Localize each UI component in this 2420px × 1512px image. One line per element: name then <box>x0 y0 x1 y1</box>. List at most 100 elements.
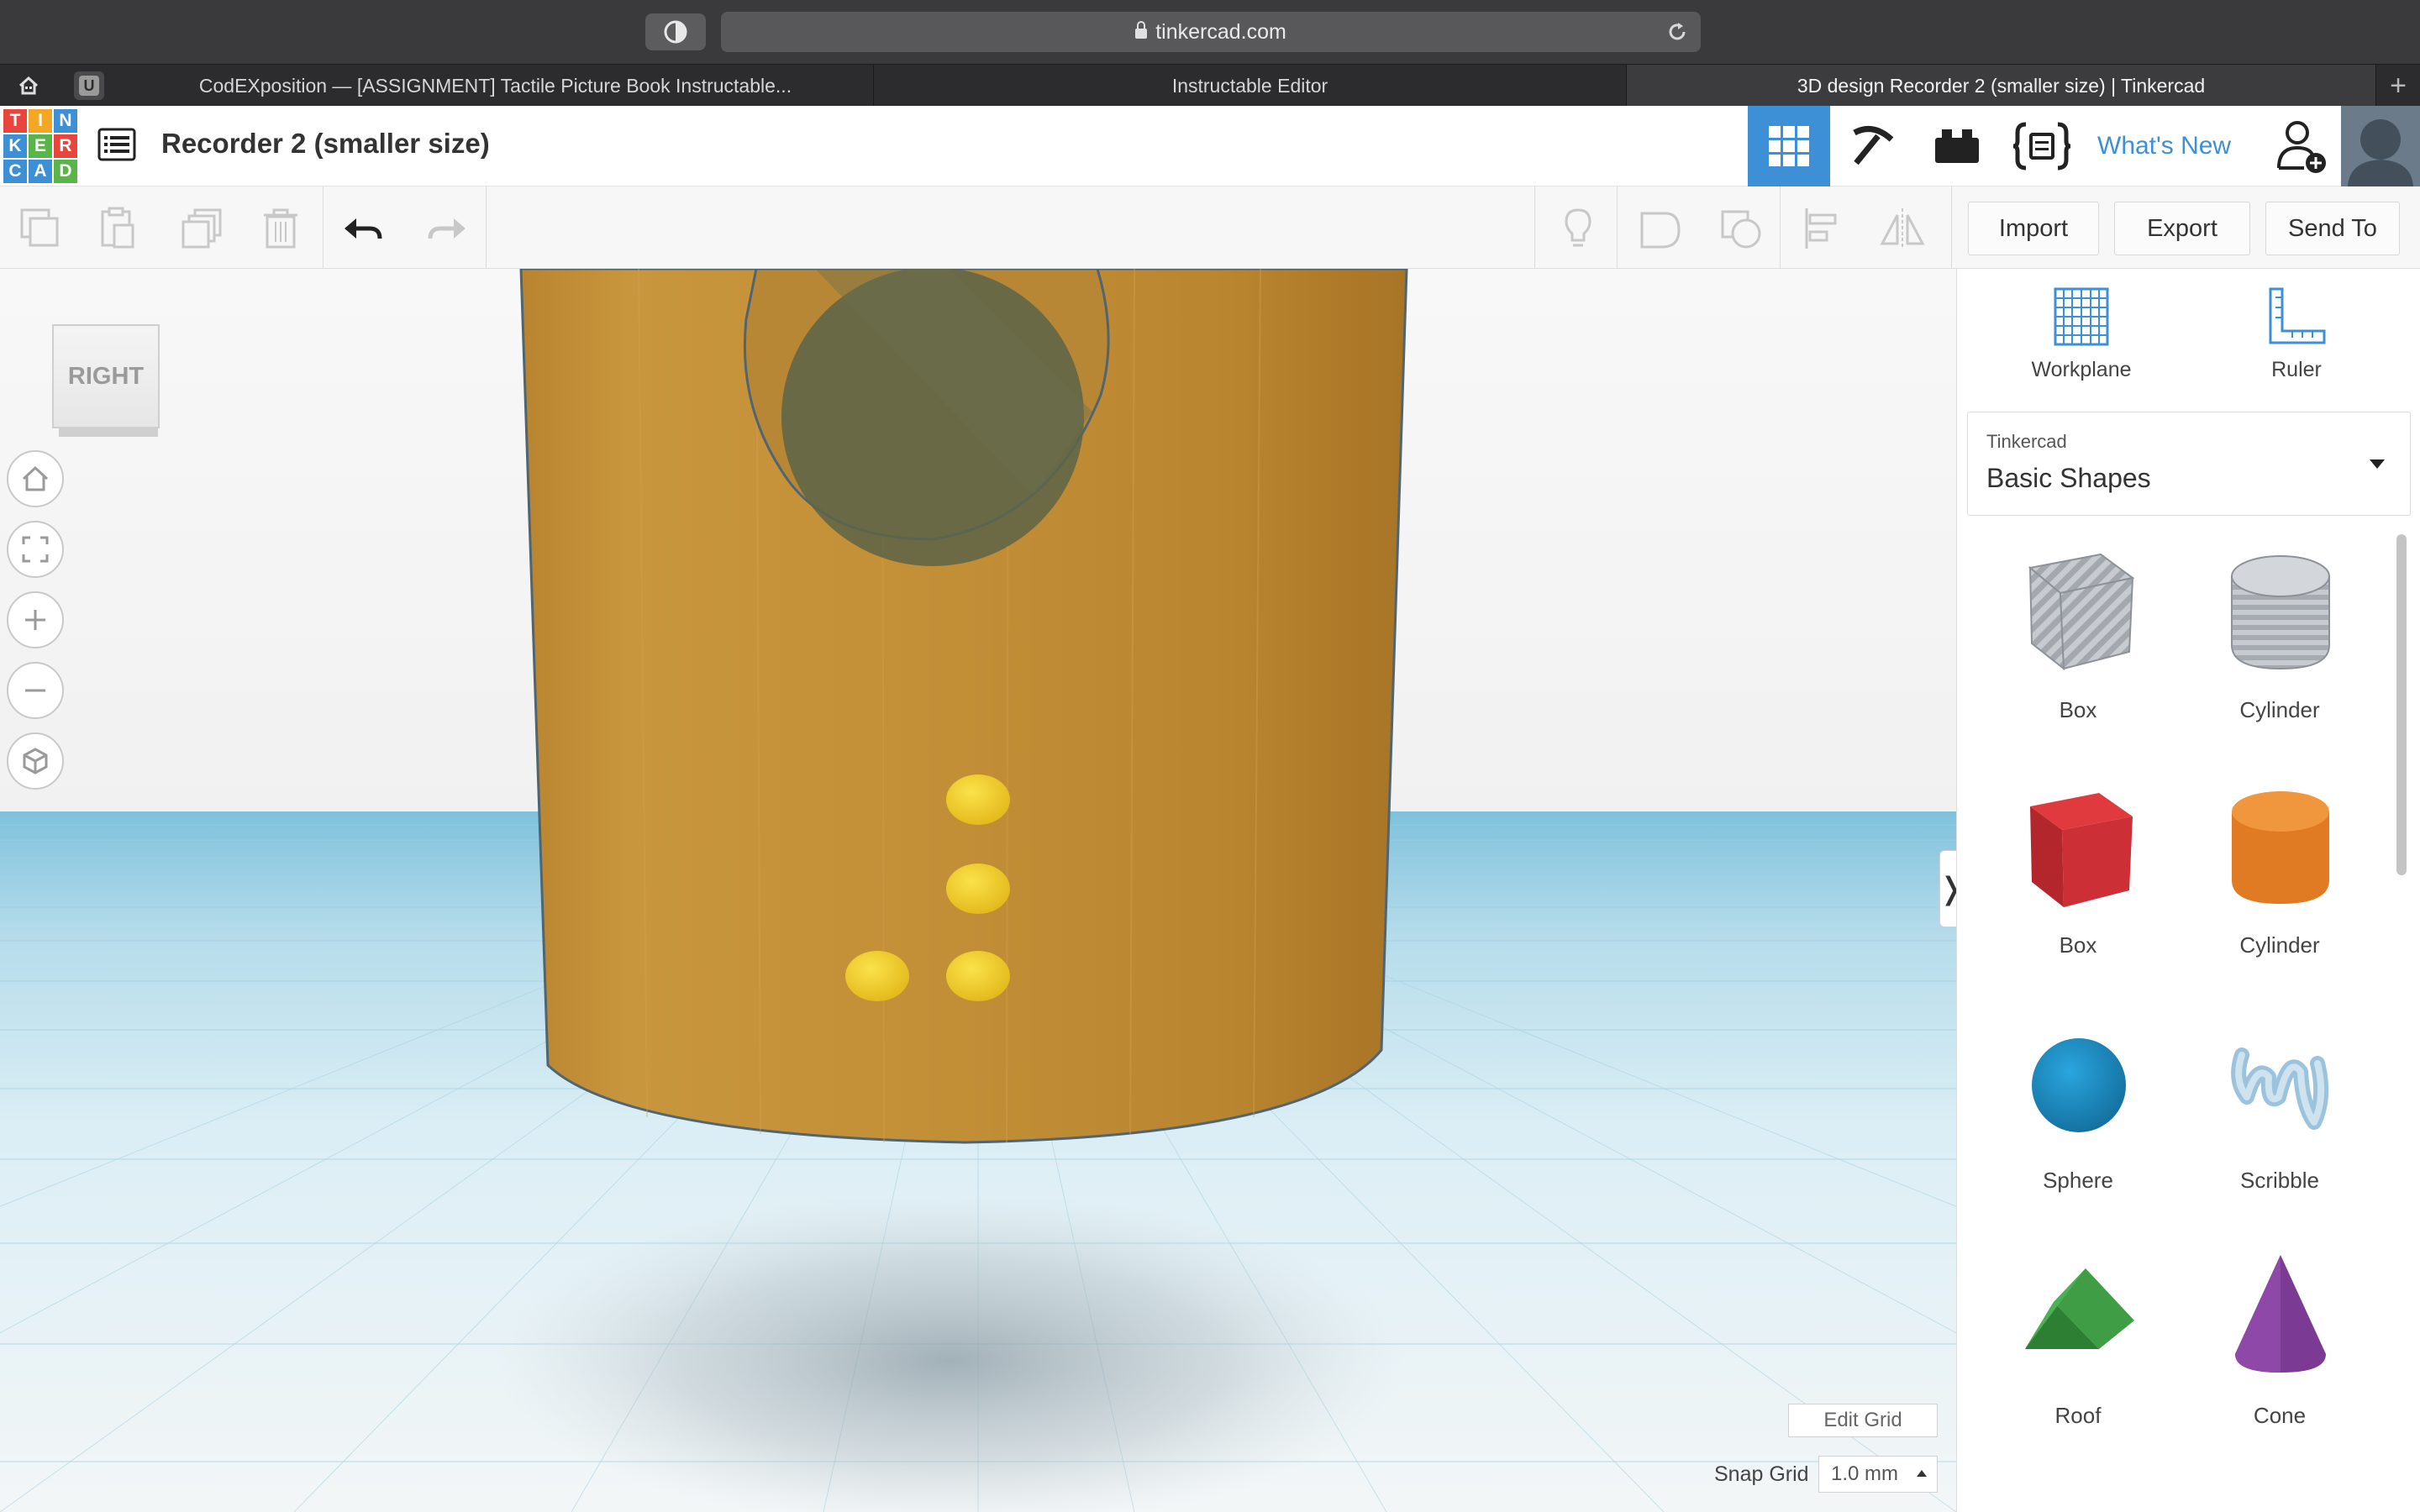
fit-view-button[interactable] <box>7 521 64 578</box>
shape-label: Sphere <box>2043 1168 2113 1193</box>
library-category: Tinkercad <box>1986 431 2067 452</box>
grid-icon <box>1769 126 1809 166</box>
workplane-scene[interactable] <box>0 269 1956 1512</box>
view-cube-bottom <box>59 427 158 437</box>
new-tab-button[interactable]: + <box>2376 65 2420 107</box>
shape-roof[interactable]: Roof <box>1977 1240 2179 1467</box>
braille-dot <box>946 951 1010 1001</box>
copy-icon[interactable] <box>17 205 64 252</box>
ruler-tool[interactable]: Ruler <box>2212 286 2381 412</box>
shapes-scrollbar[interactable] <box>2396 534 2407 875</box>
box-hole-icon <box>2028 553 2135 671</box>
whats-new-link[interactable]: What's New <box>2097 106 2231 186</box>
bricks-button[interactable] <box>1916 106 1998 186</box>
pinned-tab-u-icon: U <box>79 76 99 96</box>
cone-icon <box>2235 1255 2326 1373</box>
privacy-shield-button[interactable] <box>645 13 706 50</box>
shape-label: Cone <box>2253 1403 2307 1428</box>
pickaxe-icon <box>1853 126 1894 165</box>
shape-cylinder-hole[interactable]: Cylinder <box>2179 534 2381 761</box>
paste-icon[interactable] <box>96 205 143 252</box>
lightbulb-icon[interactable] <box>1555 205 1602 252</box>
group-icon[interactable] <box>1637 205 1684 252</box>
snap-grid-select[interactable]: 1.0 mm <box>1818 1456 1938 1493</box>
view-cube[interactable]: RIGHT <box>52 324 160 437</box>
zoom-out-button[interactable] <box>7 662 64 719</box>
edit-grid-button[interactable]: Edit Grid <box>1788 1404 1938 1437</box>
tab-tinkercad[interactable]: 3D design Recorder 2 (smaller size) | Ti… <box>1627 65 2376 107</box>
logo-letter: C <box>3 160 27 183</box>
toolbar-divider <box>1951 186 1952 269</box>
tab-codexposition[interactable]: CodEXposition — [ASSIGNMENT] Tactile Pic… <box>118 65 874 107</box>
design-list-icon[interactable] <box>97 128 136 161</box>
sphere-icon <box>2032 1038 2126 1132</box>
braille-dot <box>845 951 909 1001</box>
ungroup-icon[interactable] <box>1718 205 1765 252</box>
add-user-icon <box>2277 121 2326 173</box>
shapes-panel: Workplane Ruler Tinkercad Basic Shapes B… <box>1956 269 2420 1512</box>
home-icon <box>18 76 39 95</box>
shape-library-select[interactable]: Tinkercad Basic Shapes <box>1967 412 2411 516</box>
trash-icon[interactable] <box>257 205 304 252</box>
3d-view-button[interactable] <box>1748 106 1830 186</box>
home-view-button[interactable] <box>7 450 64 507</box>
redo-icon[interactable] <box>422 205 469 252</box>
workplane-icon <box>2054 287 2109 346</box>
undo-icon[interactable] <box>341 205 388 252</box>
shape-sphere[interactable]: Sphere <box>1977 1005 2179 1231</box>
logo-letter: A <box>29 160 52 183</box>
pinned-tab-u[interactable]: U <box>74 71 104 100</box>
user-avatar-icon <box>2341 106 2420 186</box>
workplane-tool[interactable]: Workplane <box>1997 286 2165 412</box>
align-icon[interactable] <box>1800 205 1847 252</box>
shape-label: Box <box>2059 697 2097 722</box>
toolbar-divider <box>1617 186 1618 269</box>
send-to-button[interactable]: Send To <box>2265 202 2400 255</box>
chevron-right-icon: ❭ <box>1939 871 1956 906</box>
shape-box-hole[interactable]: Box <box>1977 534 2179 761</box>
shape-cone[interactable]: Cone <box>2179 1240 2381 1467</box>
fit-view-icon <box>22 536 49 563</box>
shape-cylinder[interactable]: Cylinder <box>2179 769 2381 996</box>
caret-up-icon <box>1917 1470 1927 1477</box>
ruler-label: Ruler <box>2271 358 2322 381</box>
export-button[interactable]: Export <box>2114 202 2250 255</box>
tab-label: CodEXposition — [ASSIGNMENT] Tactile Pic… <box>198 74 792 97</box>
snap-grid-label: Snap Grid <box>1714 1462 1809 1486</box>
logo-letter: E <box>29 134 52 158</box>
blocks-button[interactable] <box>1832 106 1914 186</box>
pinned-tab-home[interactable] <box>13 71 44 100</box>
shape-box[interactable]: Box <box>1977 769 2179 996</box>
ruler-icon <box>2269 287 2326 344</box>
snap-grid-value: 1.0 mm <box>1831 1462 1899 1485</box>
reload-icon[interactable] <box>1665 20 1689 44</box>
shapes-grid: Box Cylinder Box Cylinder Sphere Scribbl… <box>1957 534 2420 1512</box>
lock-icon <box>1135 21 1148 39</box>
braille-dot <box>946 864 1010 914</box>
design-title[interactable]: Recorder 2 (smaller size) <box>161 128 490 160</box>
mirror-icon[interactable] <box>1879 205 1926 252</box>
box-icon <box>2030 793 2133 907</box>
import-button[interactable]: Import <box>1968 202 2099 255</box>
logo-letter: D <box>54 160 77 183</box>
toolbar-divider <box>323 186 324 269</box>
user-avatar[interactable] <box>2341 106 2420 186</box>
shape-label: Box <box>2059 932 2097 958</box>
panel-collapse-button[interactable]: ❭ <box>1939 850 1956 927</box>
view-cube-face[interactable]: RIGHT <box>52 324 160 428</box>
3d-viewport[interactable]: RIGHT ❭ Edit Grid Snap Grid 1.0 mm <box>0 269 1956 1512</box>
shape-label: Cylinder <box>2239 932 2320 958</box>
tab-instructable-editor[interactable]: Instructable Editor <box>874 65 1627 107</box>
duplicate-icon[interactable] <box>178 205 225 252</box>
codeblocks-button[interactable] <box>2000 106 2084 186</box>
address-bar[interactable]: tinkercad.com <box>721 12 1701 52</box>
tinkercad-logo[interactable]: T I N K E R C A D <box>3 109 77 183</box>
logo-letter: T <box>3 109 27 133</box>
invite-user-button[interactable] <box>2269 106 2336 186</box>
zoom-in-button[interactable] <box>7 591 64 648</box>
dropdown-caret-icon <box>2370 459 2385 469</box>
shape-scribble[interactable]: Scribble <box>2179 1005 2381 1231</box>
toolbar-divider <box>486 186 487 269</box>
shield-icon <box>664 20 687 44</box>
perspective-button[interactable] <box>7 732 64 790</box>
